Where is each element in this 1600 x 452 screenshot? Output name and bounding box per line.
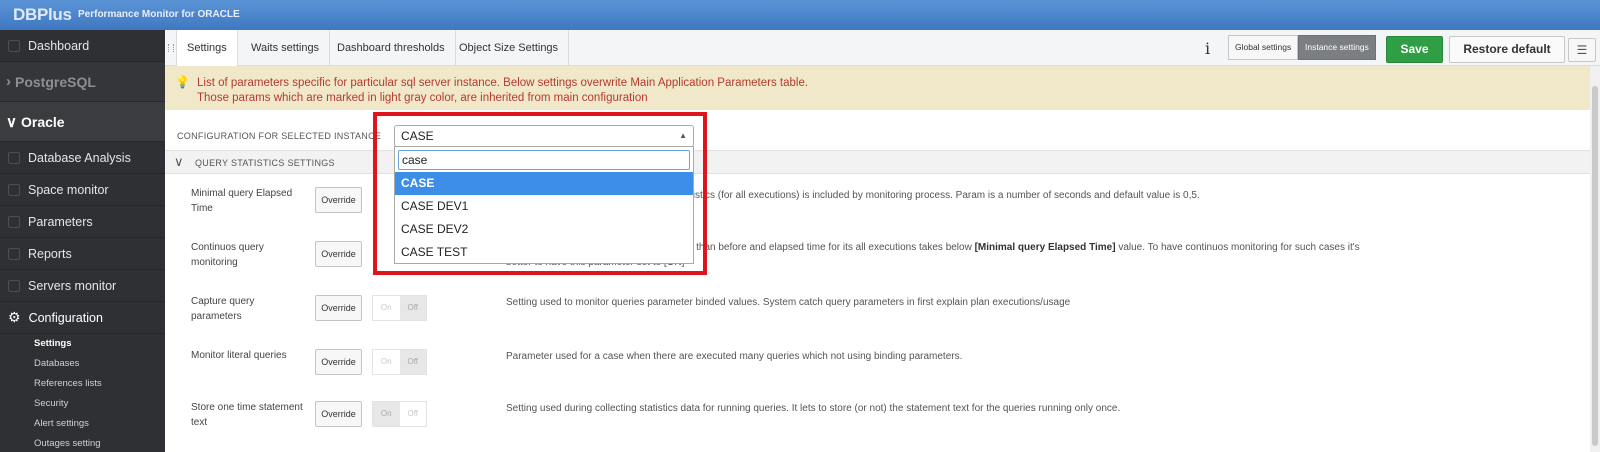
override-button[interactable]: Override: [315, 187, 362, 213]
sidebar-group-oracle[interactable]: ∨ Oracle: [0, 102, 165, 142]
param-name: Continuos query monitoring: [191, 242, 264, 268]
sidebar-item-label: Parameters: [28, 214, 93, 229]
tab-settings[interactable]: Settings: [176, 30, 238, 66]
param-name: Monitor literal queries: [191, 350, 287, 361]
sidebar-item-dashboard[interactable]: Dashboard: [0, 30, 165, 62]
tab-dashboard-thresholds[interactable]: Dashboard thresholds: [327, 30, 456, 66]
param-row: Store one time statement text Override O…: [165, 396, 1590, 450]
instance-settings-button[interactable]: Instance settings: [1298, 35, 1376, 60]
drag-handle-icon[interactable]: [168, 44, 174, 52]
server-icon: [8, 279, 20, 292]
info-notice: 💡 List of parameters specific for partic…: [165, 66, 1590, 110]
on-off-toggle[interactable]: On Off: [372, 349, 427, 375]
param-desc-text: value. To have continuos monitoring for …: [1115, 242, 1360, 253]
sidebar-subitem-alert-settings[interactable]: Alert settings: [0, 414, 165, 434]
toggle-off[interactable]: Off: [399, 350, 426, 374]
info-icon[interactable]: i: [1205, 39, 1210, 58]
param-description: Setting used during collecting statistic…: [506, 403, 1121, 414]
lightbulb-icon: 💡: [175, 75, 190, 89]
app-header: DBPlus Performance Monitor for ORACLE: [0, 0, 1600, 30]
sidebar-subitem-security[interactable]: Security: [0, 394, 165, 414]
param-desc-emphasis: [Minimal query Elapsed Time]: [974, 242, 1116, 253]
toggle-off[interactable]: Off: [400, 402, 427, 426]
sidebar-item-configuration[interactable]: ⚙ Configuration: [0, 302, 165, 334]
override-button[interactable]: Override: [315, 401, 362, 427]
scrollbar-thumb[interactable]: [1592, 86, 1598, 446]
sidebar-item-label: Servers monitor: [28, 278, 117, 293]
sidebar-group-postgresql[interactable]: › PostgreSQL: [0, 62, 165, 102]
section-title: QUERY STATISTICS SETTINGS: [195, 158, 335, 168]
param-name: Minimal query Elapsed Time: [191, 188, 293, 214]
param-name: Store one time statement text: [191, 402, 303, 428]
sidebar-item-database-analysis[interactable]: Database Analysis: [0, 142, 165, 174]
toggle-off[interactable]: Off: [399, 296, 426, 320]
sidebar-item-label: Dashboard: [28, 38, 90, 53]
toggle-on[interactable]: On: [373, 296, 400, 320]
app-subtitle: Performance Monitor for ORACLE: [78, 9, 240, 20]
highlight-box: [373, 112, 707, 275]
tab-waits-settings[interactable]: Waits settings: [241, 30, 331, 66]
book-icon: [8, 247, 20, 260]
sidebar-item-label: Reports: [28, 246, 72, 261]
sidebar-item-label: Space monitor: [28, 182, 109, 197]
on-off-toggle[interactable]: On Off: [372, 295, 427, 321]
sidebar-subitem-references-lists[interactable]: References lists: [0, 374, 165, 394]
sidebar-item-reports[interactable]: Reports: [0, 238, 165, 270]
sidebar-item-servers-monitor[interactable]: Servers monitor: [0, 270, 165, 302]
config-instance-label: CONFIGURATION FOR SELECTED INSTANCE: [177, 131, 382, 141]
sidebar-item-label: Database Analysis: [28, 150, 131, 165]
gear-icon: ⚙: [8, 309, 21, 325]
sidebar-item-label: Configuration: [28, 310, 103, 325]
chevron-right-icon: ›: [6, 73, 11, 90]
menu-icon[interactable]: ☰: [1568, 38, 1596, 62]
dashboard-icon: [8, 39, 20, 52]
app-logo: DBPlus: [13, 5, 72, 24]
notice-line-2: Those params which are marked in light g…: [197, 92, 648, 104]
sidebar-item-space-monitor[interactable]: Space monitor: [0, 174, 165, 206]
parameters-icon: [8, 215, 20, 228]
database-icon: [8, 183, 20, 196]
sidebar-group-label: PostgreSQL: [15, 73, 96, 90]
sidebar-item-parameters[interactable]: Parameters: [0, 206, 165, 238]
vertical-scrollbar[interactable]: [1590, 66, 1600, 452]
sidebar: Dashboard › PostgreSQL ∨ Oracle Database…: [0, 30, 165, 452]
sidebar-subitem-settings[interactable]: Settings: [0, 334, 165, 354]
chevron-down-icon: ∨: [6, 113, 17, 131]
tab-object-size-settings[interactable]: Object Size Settings: [449, 30, 570, 66]
restore-default-button[interactable]: Restore default: [1449, 36, 1565, 63]
override-button[interactable]: Override: [315, 241, 362, 267]
param-description: Setting used to monitor queries paramete…: [506, 297, 1071, 308]
database-analysis-icon: [8, 151, 20, 164]
sidebar-group-label: Oracle: [20, 113, 65, 130]
sidebar-subitem-outages-setting[interactable]: Outages setting: [0, 434, 165, 452]
param-row: Monitor literal queries Override On Off …: [165, 344, 1590, 398]
sidebar-subitem-databases[interactable]: Databases: [0, 354, 165, 374]
override-button[interactable]: Override: [315, 295, 362, 321]
param-name: Capture query parameters: [191, 296, 255, 322]
global-settings-button[interactable]: Global settings: [1228, 35, 1299, 60]
param-description: Parameter used for a case when there are…: [506, 351, 963, 362]
toggle-on[interactable]: On: [373, 350, 400, 374]
notice-line-1: List of parameters specific for particul…: [197, 77, 809, 89]
on-off-toggle[interactable]: On Off: [372, 401, 427, 427]
param-row: Capture query parameters Override On Off…: [165, 290, 1590, 344]
chevron-down-icon: ∨: [174, 154, 184, 169]
tabs-bar: Settings Waits settings Dashboard thresh…: [165, 30, 1600, 66]
override-button[interactable]: Override: [315, 349, 362, 375]
save-button[interactable]: Save: [1386, 36, 1443, 63]
toggle-on[interactable]: On: [373, 402, 400, 426]
